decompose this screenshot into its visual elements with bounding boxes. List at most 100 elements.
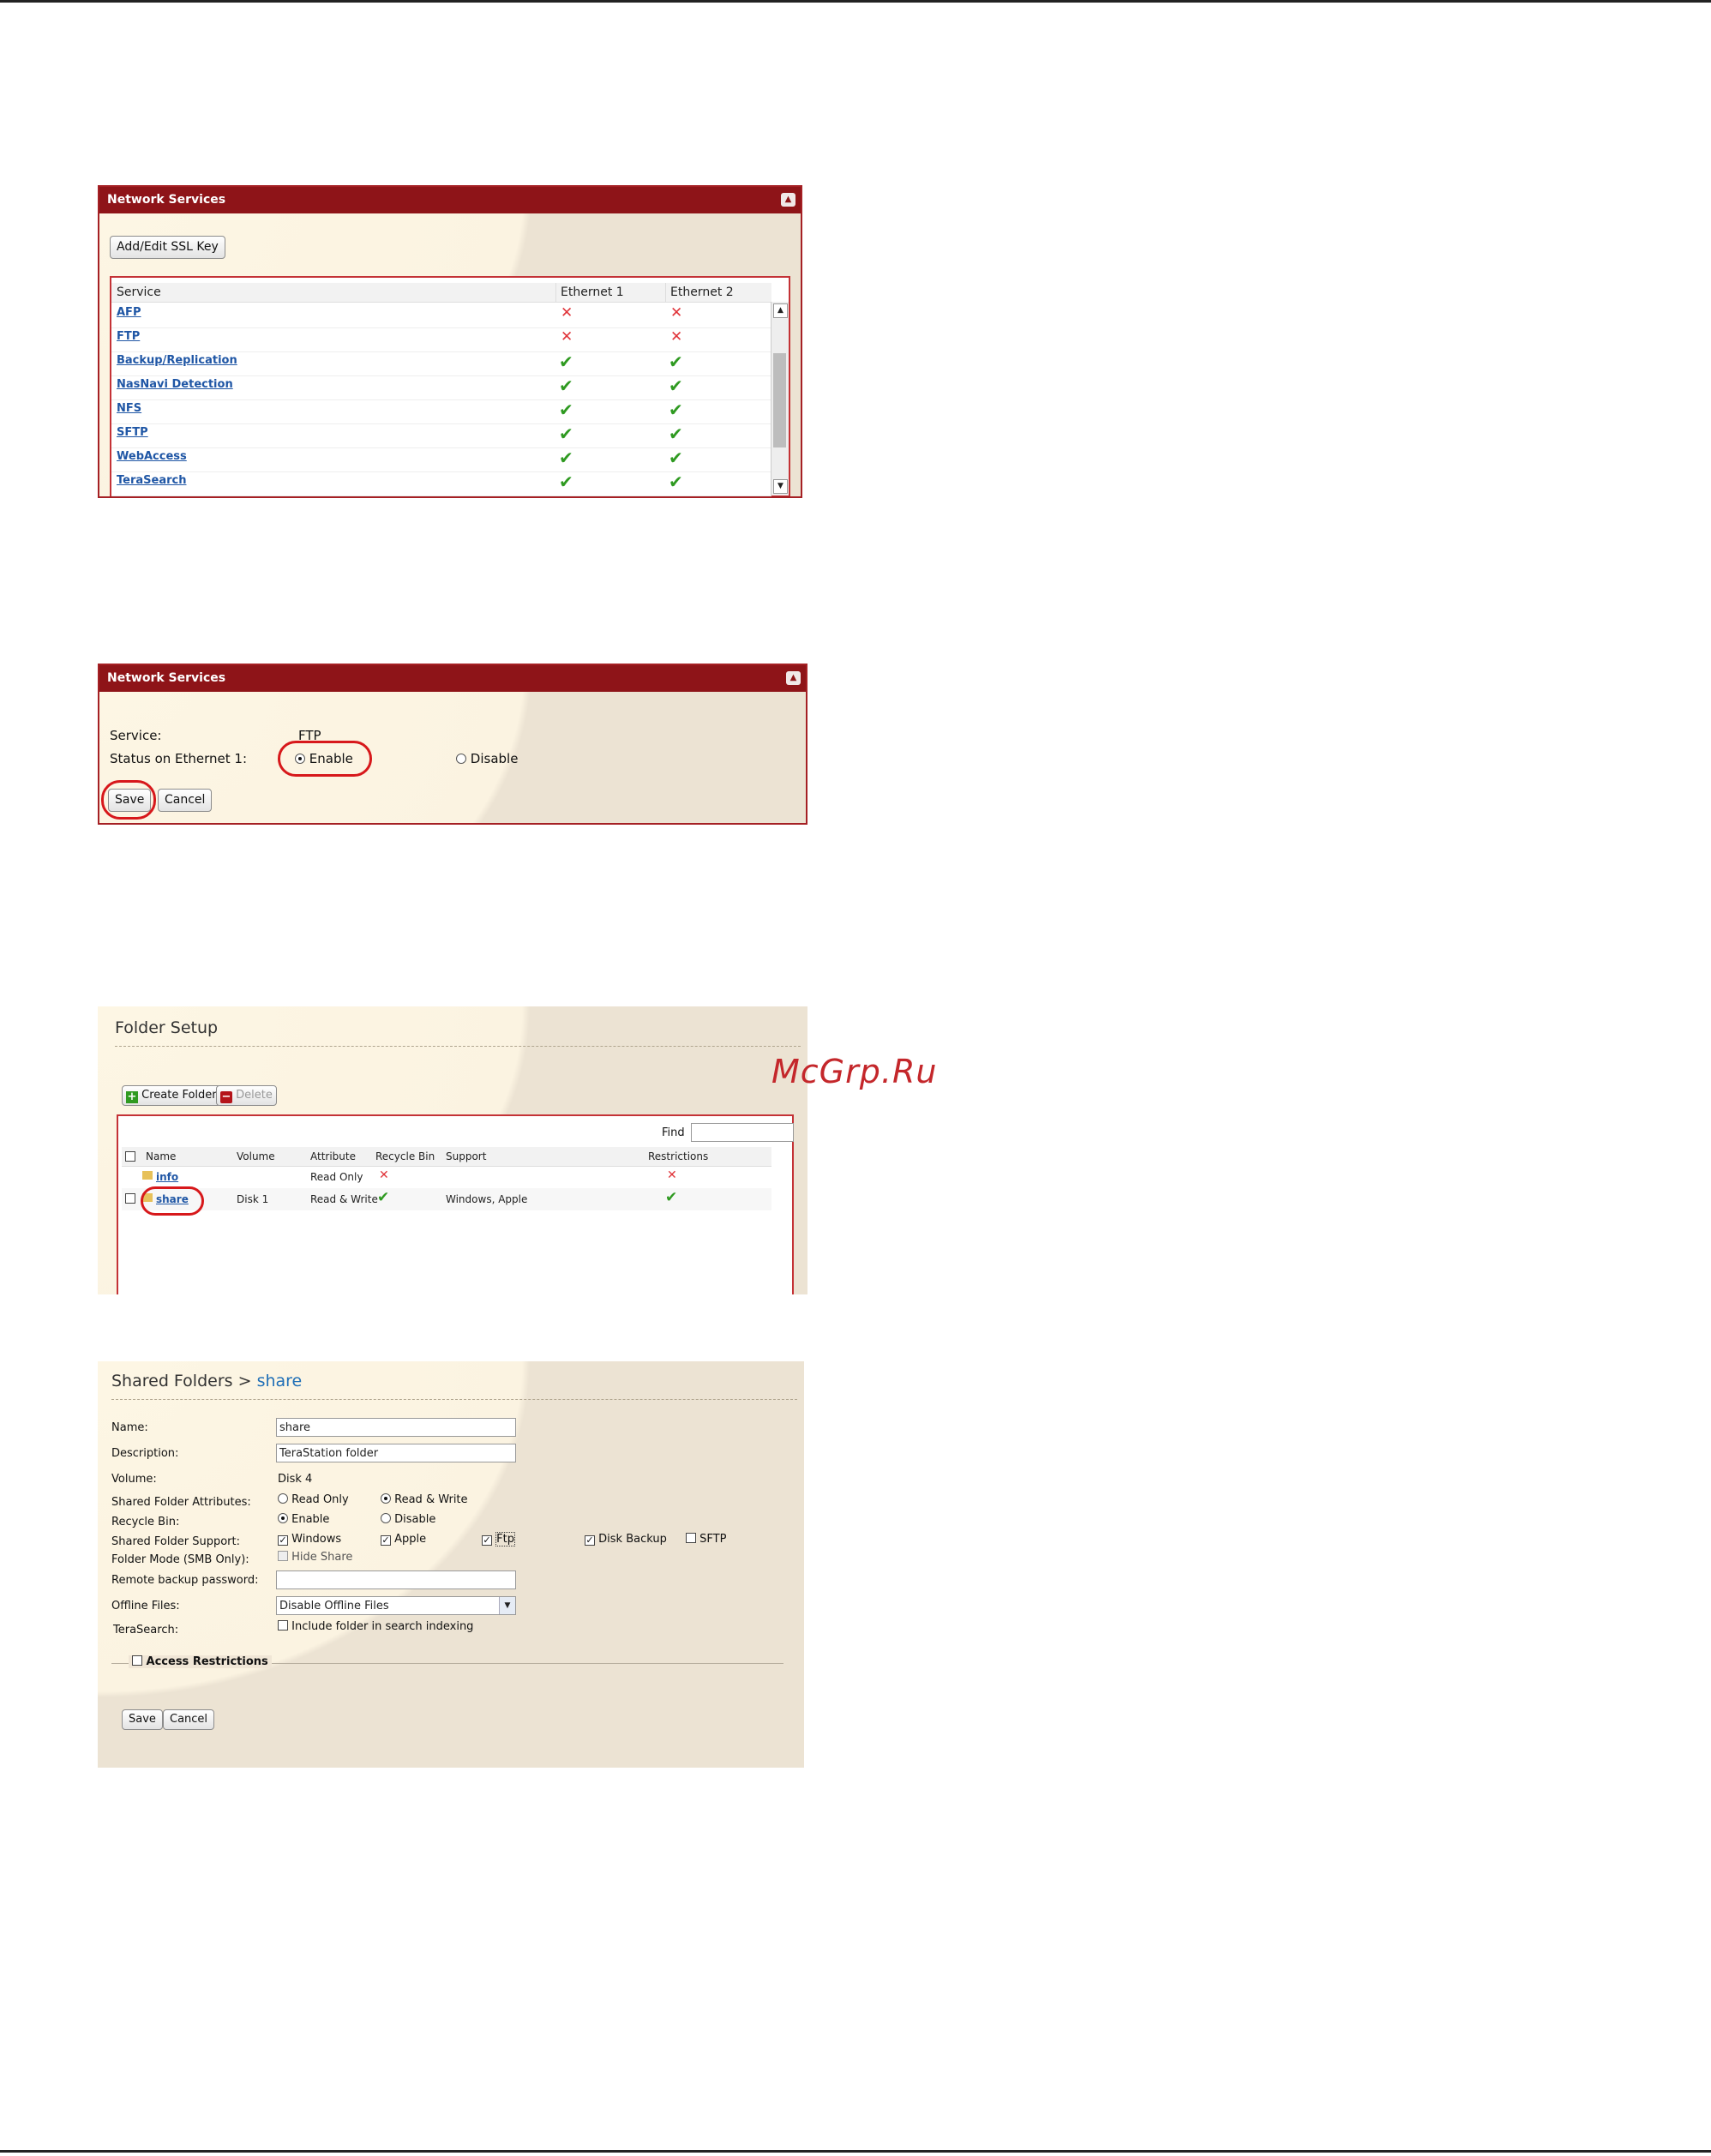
service-link-nfs[interactable]: NFS (117, 402, 141, 415)
folder-setup-panel: Folder Setup + Create Folder − Delete Fi… (98, 1006, 807, 1294)
column-header-support[interactable]: Support (446, 1150, 486, 1162)
scroll-down-icon[interactable]: ▼ (773, 479, 788, 494)
table-row[interactable]: SFTP ✔ ✔ (111, 423, 771, 448)
checkbox-checked-icon[interactable]: ✓ (381, 1535, 391, 1546)
status-check-icon: ✔ (669, 471, 683, 492)
vertical-scrollbar[interactable]: ▲ ▼ (771, 302, 789, 495)
service-link-nasnavi-detection[interactable]: NasNavi Detection (117, 378, 233, 391)
scroll-up-icon[interactable]: ▲ (773, 303, 788, 318)
collapse-icon[interactable]: ▲ (786, 671, 801, 685)
table-row[interactable]: TeraSearch ✔ ✔ (111, 471, 771, 496)
table-row[interactable]: Backup/Replication ✔ ✔ (111, 351, 771, 376)
status-check-icon: ✔ (669, 399, 683, 420)
checkbox-disabled-icon[interactable] (278, 1551, 288, 1561)
shared-folder-edit-panel: Shared Folders > share Name: share Descr… (98, 1361, 804, 1768)
radio-unselected-icon[interactable] (278, 1493, 288, 1504)
title-divider (111, 1399, 797, 1400)
radio-selected-icon[interactable] (278, 1513, 288, 1523)
service-link-backup-replication[interactable]: Backup/Replication (117, 354, 237, 367)
remote-password-input[interactable] (276, 1570, 516, 1589)
radio-unselected-icon[interactable] (456, 754, 466, 764)
service-link-webaccess[interactable]: WebAccess (117, 450, 187, 463)
checkbox-unchecked-icon[interactable] (686, 1533, 696, 1543)
page-title: Folder Setup (115, 1018, 219, 1037)
cancel-button[interactable]: Cancel (163, 1709, 215, 1730)
description-field-value: TeraStation folder (279, 1447, 379, 1460)
find-input[interactable] (691, 1123, 794, 1142)
column-header-ethernet-1[interactable]: Ethernet 1 (561, 285, 624, 299)
offline-files-label: Offline Files: (111, 1600, 180, 1612)
hide-share-checkbox[interactable]: Hide Share (278, 1551, 352, 1564)
include-indexing-checkbox[interactable]: Include folder in search indexing (278, 1620, 473, 1633)
panel-header: Network Services ▲ (99, 187, 801, 213)
table-row[interactable]: info Read Only ✕ ✕ (122, 1168, 771, 1188)
cancel-button[interactable]: Cancel (158, 789, 213, 812)
radio-selected-icon[interactable] (381, 1493, 391, 1504)
chevron-down-icon[interactable]: ▼ (499, 1597, 515, 1614)
service-link-sftp[interactable]: SFTP (117, 426, 148, 439)
disk-backup-checkbox[interactable]: ✓ Disk Backup (585, 1533, 667, 1546)
offline-files-select[interactable]: Disable Offline Files ▼ (276, 1596, 516, 1615)
folder-link-info[interactable]: info (156, 1171, 178, 1183)
radio-unselected-icon[interactable] (381, 1513, 391, 1523)
add-icon: + (126, 1090, 138, 1103)
ftp-checkbox[interactable]: ✓ Ftp (482, 1532, 515, 1546)
recycle-disable-radio[interactable]: Disable (381, 1513, 435, 1526)
table-row[interactable]: share Disk 1 Read & Write ✔ Windows, App… (122, 1188, 771, 1210)
add-edit-ssl-key-button[interactable]: Add/Edit SSL Key (110, 236, 225, 259)
recycle-enable-radio[interactable]: Enable (278, 1513, 329, 1526)
service-label: Service: (110, 728, 162, 743)
apple-checkbox[interactable]: ✓ Apple (381, 1533, 426, 1546)
panel-title: Network Services (107, 671, 226, 685)
create-folder-button[interactable]: + Create Folder (122, 1085, 221, 1106)
column-header-ethernet-2[interactable]: Ethernet 2 (670, 285, 734, 299)
attributes-label: Shared Folder Attributes: (111, 1496, 251, 1509)
service-link-ftp[interactable]: FTP (117, 330, 140, 343)
recycle-enable-label: Enable (291, 1513, 330, 1526)
column-header-service[interactable]: Service (117, 285, 161, 299)
folders-table: Find Name Volume Attribute Recycle Bin S… (117, 1114, 794, 1294)
breadcrumb-root[interactable]: Shared Folders (111, 1372, 233, 1390)
name-field[interactable]: share (276, 1418, 516, 1437)
table-row[interactable]: WebAccess ✔ ✔ (111, 447, 771, 472)
checkbox-unchecked-icon[interactable] (132, 1655, 142, 1666)
column-header-recycle-bin[interactable]: Recycle Bin (375, 1150, 435, 1162)
scroll-thumb[interactable] (773, 353, 786, 447)
collapse-icon[interactable]: ▲ (781, 193, 795, 207)
row-checkbox[interactable] (125, 1193, 135, 1204)
highlight-ring (278, 741, 372, 777)
windows-checkbox[interactable]: ✓ Windows (278, 1533, 341, 1546)
description-field[interactable]: TeraStation folder (276, 1444, 516, 1462)
checkbox-checked-icon[interactable]: ✓ (482, 1535, 492, 1546)
hide-share-label: Hide Share (291, 1551, 353, 1564)
save-button[interactable]: Save (122, 1709, 163, 1730)
column-header-attribute[interactable]: Attribute (310, 1150, 356, 1162)
column-header-volume[interactable]: Volume (237, 1150, 275, 1162)
delete-button[interactable]: − Delete (216, 1085, 277, 1106)
table-row[interactable]: NasNavi Detection ✔ ✔ (111, 375, 771, 400)
select-all-checkbox[interactable] (125, 1151, 135, 1162)
include-indexing-label: Include folder in search indexing (291, 1620, 474, 1633)
disable-radio[interactable]: Disable (456, 751, 518, 766)
read-only-radio[interactable]: Read Only (278, 1493, 349, 1506)
table-row[interactable]: AFP ✕ ✕ (111, 303, 771, 328)
folder-icon (142, 1171, 153, 1180)
recycle-disable-label: Disable (394, 1513, 436, 1526)
read-write-radio[interactable]: Read & Write (381, 1493, 468, 1506)
sftp-checkbox[interactable]: SFTP (686, 1533, 726, 1546)
service-link-terasearch[interactable]: TeraSearch (117, 474, 186, 487)
checkbox-unchecked-icon[interactable] (278, 1620, 288, 1631)
table-row[interactable]: NFS ✔ ✔ (111, 399, 771, 424)
access-restrictions-checkbox[interactable]: Access Restrictions (129, 1655, 272, 1668)
column-header-restrictions[interactable]: Restrictions (648, 1150, 708, 1162)
table-header: Name Volume Attribute Recycle Bin Suppor… (122, 1147, 771, 1167)
service-link-afp[interactable]: AFP (117, 306, 141, 319)
checkbox-checked-icon[interactable]: ✓ (278, 1535, 288, 1546)
table-row[interactable]: FTP ✕ ✕ (111, 327, 771, 352)
network-services-list-panel: Network Services ▲ Add/Edit SSL Key Serv… (98, 185, 802, 498)
column-header-name[interactable]: Name (146, 1150, 176, 1162)
recycle-bin-label: Recycle Bin: (111, 1516, 180, 1528)
checkbox-checked-icon[interactable]: ✓ (585, 1535, 595, 1546)
breadcrumb-current: share (256, 1372, 303, 1390)
status-check-icon: ✔ (669, 423, 683, 444)
